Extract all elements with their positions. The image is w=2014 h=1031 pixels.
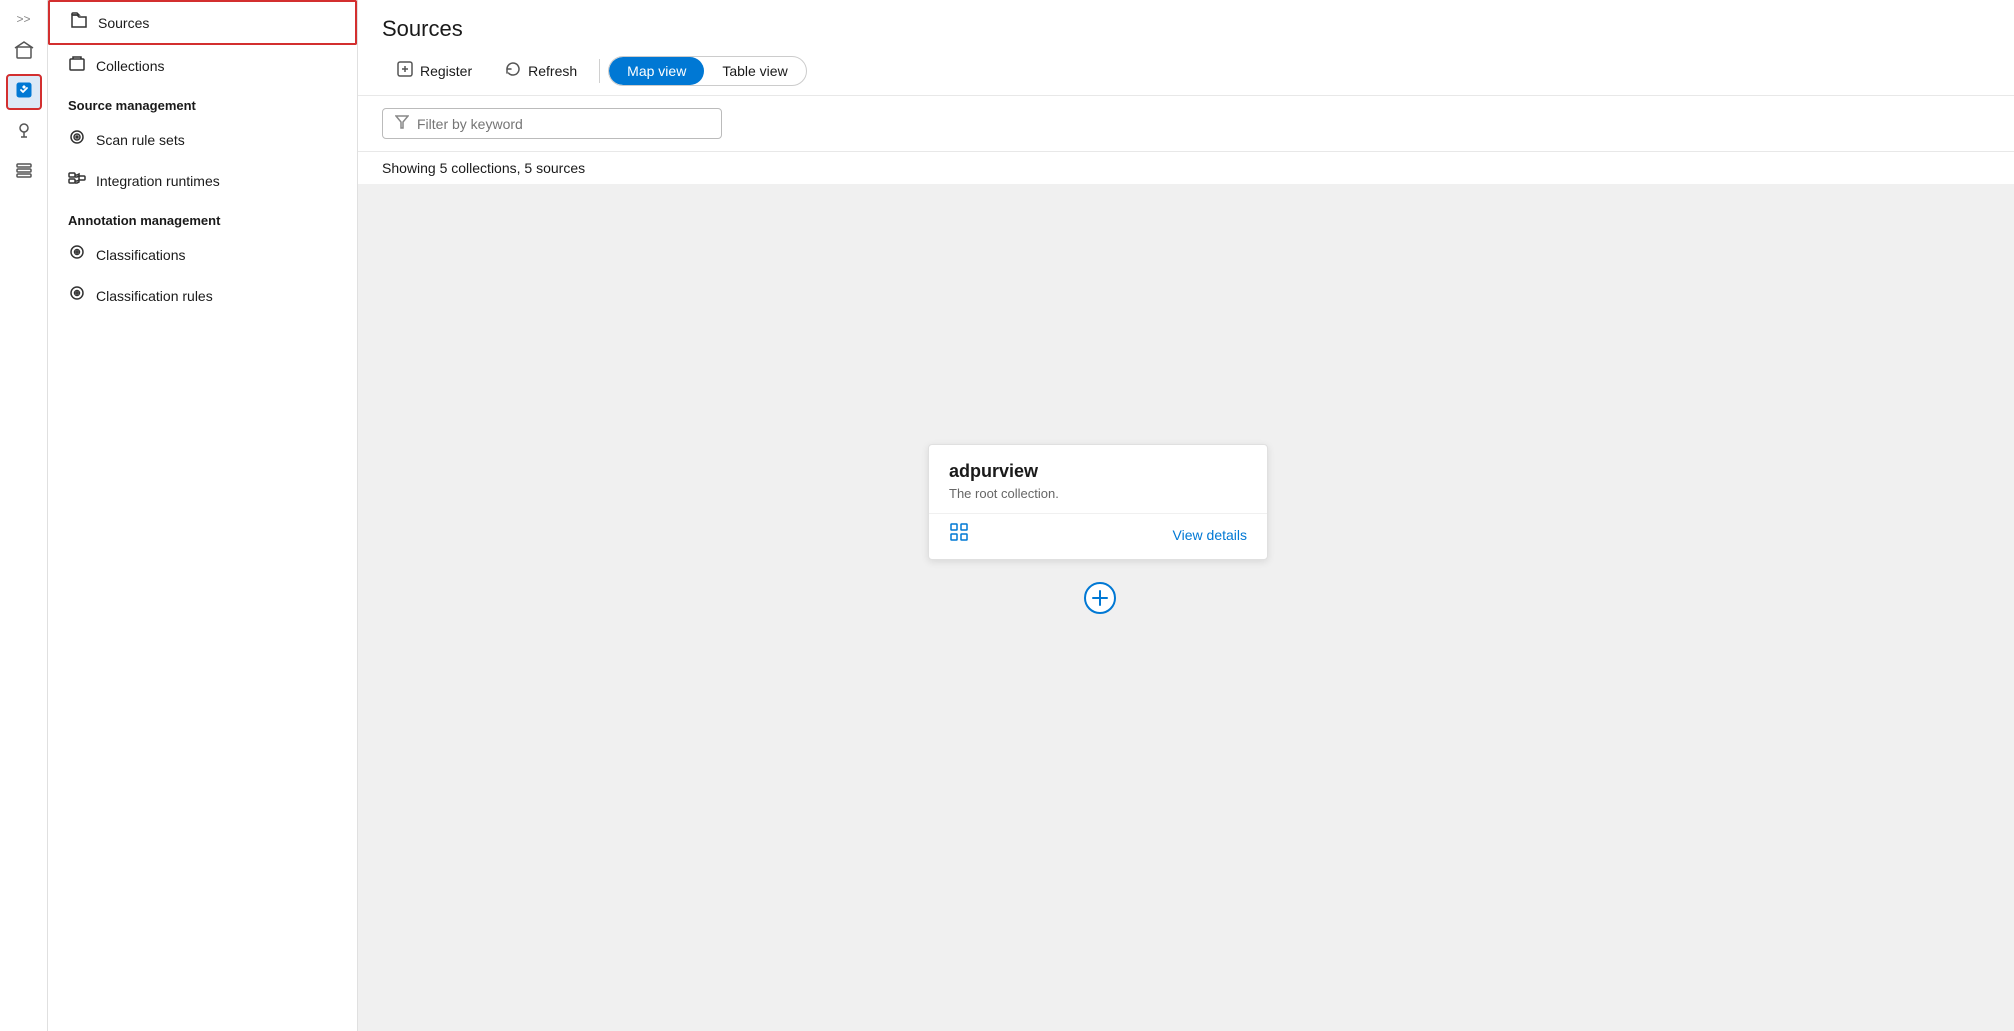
refresh-label: Refresh [528, 63, 577, 79]
manage-icon [14, 160, 34, 185]
home-icon [14, 40, 34, 65]
table-view-button[interactable]: Table view [704, 57, 805, 85]
annotation-management-header: Annotation management [48, 201, 357, 234]
register-icon [396, 60, 414, 81]
rail-insights-btn[interactable] [6, 114, 42, 150]
sidebar: Sources Collections Source management Sc… [48, 0, 358, 1031]
sidebar-integration-runtimes-label: Integration runtimes [96, 173, 220, 189]
sidebar-item-classifications[interactable]: Classifications [48, 234, 357, 275]
rail-home-btn[interactable] [6, 34, 42, 70]
node-card-subtitle: The root collection. [949, 486, 1247, 501]
source-management-header: Source management [48, 86, 357, 119]
refresh-icon [504, 60, 522, 81]
register-button[interactable]: Register [382, 54, 486, 87]
scan-rule-sets-icon [68, 128, 86, 151]
collections-icon [68, 54, 86, 77]
classification-rules-icon [68, 284, 86, 307]
insights-icon [14, 120, 34, 145]
expand-collapse-btn[interactable]: >> [12, 8, 34, 30]
toolbar: Register Refresh Map view Table view [382, 54, 1990, 95]
showing-text: Showing 5 collections, 5 sources [358, 152, 2014, 184]
sidebar-item-scan-rule-sets[interactable]: Scan rule sets [48, 119, 357, 160]
node-card-footer: View details [929, 513, 1267, 559]
refresh-button[interactable]: Refresh [490, 54, 591, 87]
add-child-button[interactable] [1084, 582, 1116, 614]
view-toggle: Map view Table view [608, 56, 807, 86]
classifications-icon [68, 243, 86, 266]
sidebar-item-classification-rules[interactable]: Classification rules [48, 275, 357, 316]
sidebar-sources-label: Sources [98, 15, 149, 31]
sidebar-collections-label: Collections [96, 58, 164, 74]
main-content: Sources Register [358, 0, 2014, 1031]
sidebar-classifications-label: Classifications [96, 247, 185, 263]
node-card-title: adpurview [949, 461, 1247, 482]
filter-bar [358, 96, 2014, 152]
register-label: Register [420, 63, 472, 79]
sidebar-item-sources[interactable]: Sources [48, 0, 357, 45]
node-grid-icon [949, 522, 969, 547]
map-view-button[interactable]: Map view [609, 57, 704, 85]
node-card-body: adpurview The root collection. [929, 445, 1267, 513]
page-title: Sources [382, 16, 1990, 42]
sources-icon [70, 11, 88, 34]
integration-runtimes-icon [68, 169, 86, 192]
sidebar-item-collections[interactable]: Collections [48, 45, 357, 86]
sources-nav-icon [14, 80, 34, 105]
map-area[interactable]: adpurview The root collection. View deta… [358, 184, 2014, 1031]
node-card: adpurview The root collection. View deta… [928, 444, 1268, 560]
rail-manage-btn[interactable] [6, 154, 42, 190]
rail-sources-btn[interactable] [6, 74, 42, 110]
sidebar-scan-rule-sets-label: Scan rule sets [96, 132, 185, 148]
sidebar-classification-rules-label: Classification rules [96, 288, 213, 304]
icon-rail: >> [0, 0, 48, 1031]
filter-input-wrap [382, 108, 722, 139]
filter-input[interactable] [417, 116, 709, 132]
toolbar-separator [599, 59, 600, 83]
main-header: Sources Register [358, 0, 2014, 96]
filter-icon [395, 115, 409, 132]
view-details-button[interactable]: View details [1173, 527, 1247, 543]
sidebar-item-integration-runtimes[interactable]: Integration runtimes [48, 160, 357, 201]
